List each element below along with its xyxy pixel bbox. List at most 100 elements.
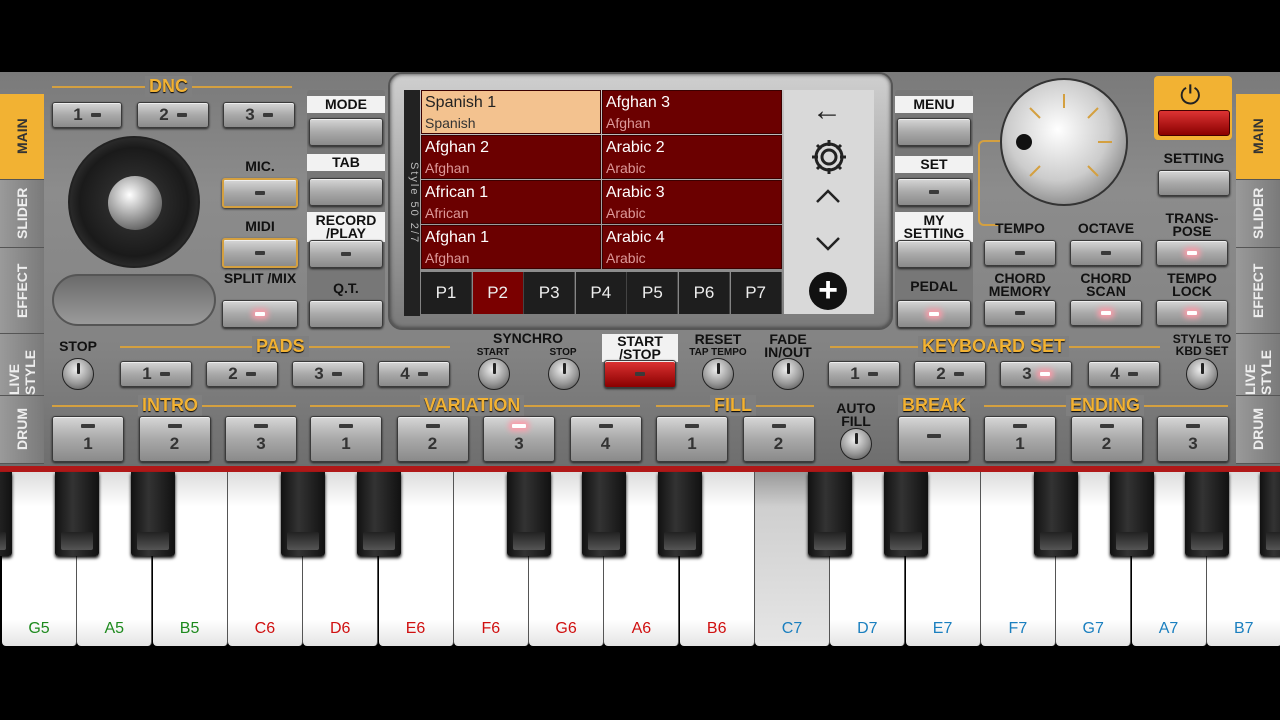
- style-cell[interactable]: Arabic 4 Arabic: [602, 225, 782, 269]
- left-tab-live-style[interactable]: LIVE STYLE: [0, 334, 44, 396]
- set-button[interactable]: [897, 178, 971, 206]
- left-tab-effect[interactable]: EFFECT: [0, 248, 44, 334]
- intro-button-2[interactable]: 2: [138, 416, 211, 462]
- pads-stop-knob[interactable]: [62, 358, 94, 390]
- add-icon[interactable]: +: [809, 272, 847, 310]
- piano-black-key[interactable]: [356, 472, 401, 556]
- dnc-button-2[interactable]: 2: [137, 102, 209, 128]
- joystick-handle[interactable]: [108, 176, 162, 230]
- chevron-up-icon[interactable]: [814, 186, 842, 211]
- start-stop-button[interactable]: [604, 360, 676, 388]
- style-cell[interactable]: Afghan 2 Afghan: [421, 135, 601, 179]
- midi-button[interactable]: [222, 238, 298, 268]
- kbd-set-button-2[interactable]: 2: [914, 361, 986, 387]
- fill-button-1[interactable]: 1: [656, 416, 728, 462]
- piano-black-key[interactable]: [55, 472, 100, 556]
- page-tab-p1[interactable]: P1: [421, 272, 472, 314]
- page-tab-p6[interactable]: P6: [679, 272, 730, 314]
- tempo-lock-button[interactable]: [1156, 300, 1228, 326]
- style-cell[interactable]: Afghan 3 Afghan: [602, 90, 782, 134]
- fade-knob[interactable]: [772, 358, 804, 390]
- piano-black-key[interactable]: [657, 472, 702, 556]
- chord-scan-button[interactable]: [1070, 300, 1142, 326]
- transpose-button[interactable]: [1156, 240, 1228, 266]
- piano-black-key[interactable]: [281, 472, 326, 556]
- dnc-button-3[interactable]: 3: [223, 102, 295, 128]
- pedal-button[interactable]: [897, 300, 971, 328]
- pad-button-1[interactable]: 1: [120, 361, 192, 387]
- ending-button-2[interactable]: 2: [1070, 416, 1143, 462]
- setting-button[interactable]: [1158, 170, 1230, 196]
- piano-black-key[interactable]: [1260, 472, 1280, 556]
- style-cell[interactable]: Arabic 2 Arabic: [602, 135, 782, 179]
- pad-button-2[interactable]: 2: [206, 361, 278, 387]
- piano-black-key[interactable]: [0, 472, 12, 556]
- piano-black-key[interactable]: [1184, 472, 1229, 556]
- left-tab-drum[interactable]: DRUM: [0, 396, 44, 464]
- pad-button-3[interactable]: 3: [292, 361, 364, 387]
- variation-button-1[interactable]: 1: [310, 416, 382, 462]
- style-cell[interactable]: Afghan 1 Afghan: [421, 225, 601, 269]
- kbd-set-button-1[interactable]: 1: [828, 361, 900, 387]
- my-setting-button[interactable]: [897, 240, 971, 268]
- volume-dial[interactable]: [1000, 78, 1128, 206]
- style-to-kbd-knob[interactable]: [1186, 358, 1218, 390]
- qt-button[interactable]: [309, 300, 383, 328]
- joystick-base[interactable]: [68, 136, 200, 268]
- reset-knob[interactable]: [702, 358, 734, 390]
- split-mix-button[interactable]: [222, 300, 298, 328]
- piano-black-key[interactable]: [808, 472, 853, 556]
- style-cell[interactable]: Arabic 3 Arabic: [602, 180, 782, 224]
- break-button[interactable]: [898, 416, 970, 462]
- right-tab-main[interactable]: MAIN: [1236, 94, 1280, 180]
- ending-button-3[interactable]: 3: [1157, 416, 1229, 462]
- right-tab-live-style[interactable]: LIVE STYLE: [1236, 334, 1280, 396]
- variation-button-4[interactable]: 4: [569, 416, 642, 462]
- variation-button-2[interactable]: 2: [396, 416, 469, 462]
- gear-icon[interactable]: [808, 136, 850, 183]
- mode-button[interactable]: [309, 118, 383, 146]
- piano-black-key[interactable]: [582, 472, 627, 556]
- style-cell[interactable]: African 1 African: [421, 180, 601, 224]
- pitch-bend-pad[interactable]: [52, 274, 216, 326]
- piano-black-key[interactable]: [130, 472, 175, 556]
- left-tab-slider[interactable]: SLIDER: [0, 180, 44, 248]
- dnc-button-1[interactable]: 1: [52, 102, 122, 128]
- intro-button-1[interactable]: 1: [52, 416, 124, 462]
- power-button[interactable]: [1158, 110, 1230, 136]
- left-tab-main[interactable]: MAIN: [0, 94, 44, 180]
- synchro-stop-knob[interactable]: [548, 358, 580, 390]
- page-tab-p5[interactable]: P5: [627, 272, 679, 314]
- piano-black-key[interactable]: [883, 472, 928, 556]
- ending-button-1[interactable]: 1: [984, 416, 1056, 462]
- page-tab-p2[interactable]: P2: [472, 272, 524, 314]
- tempo-button[interactable]: [984, 240, 1056, 266]
- pad-button-4[interactable]: 4: [378, 361, 450, 387]
- kbd-set-button-3[interactable]: 3: [1000, 361, 1072, 387]
- chord-memory-button[interactable]: [984, 300, 1056, 326]
- right-tab-slider[interactable]: SLIDER: [1236, 180, 1280, 248]
- back-arrow-icon[interactable]: ←: [812, 94, 842, 128]
- piano-black-key[interactable]: [507, 472, 552, 556]
- fill-button-2[interactable]: 2: [742, 416, 815, 462]
- style-cell[interactable]: Spanish 1 Spanish: [421, 90, 601, 134]
- piano-black-key[interactable]: [1034, 472, 1079, 556]
- piano-black-key[interactable]: [1109, 472, 1154, 556]
- kbd-set-button-4[interactable]: 4: [1088, 361, 1160, 387]
- right-tab-effect[interactable]: EFFECT: [1236, 248, 1280, 334]
- page-tab-p4[interactable]: P4: [575, 272, 627, 314]
- menu-button[interactable]: [897, 118, 971, 146]
- page-tab-p3[interactable]: P3: [524, 272, 576, 314]
- right-tab-drum[interactable]: DRUM: [1236, 396, 1280, 464]
- synchro-start-knob[interactable]: [478, 358, 510, 390]
- mic-button[interactable]: [222, 178, 298, 208]
- octave-button[interactable]: [1070, 240, 1142, 266]
- auto-fill-knob[interactable]: [840, 428, 872, 460]
- record-play-button[interactable]: [309, 240, 383, 268]
- mode-label: MODE: [307, 96, 385, 113]
- intro-button-3[interactable]: 3: [225, 416, 297, 462]
- tab-button[interactable]: [309, 178, 383, 206]
- chevron-down-icon[interactable]: [814, 234, 842, 259]
- page-tab-p7[interactable]: P7: [730, 272, 782, 314]
- variation-button-3[interactable]: 3: [483, 416, 555, 462]
